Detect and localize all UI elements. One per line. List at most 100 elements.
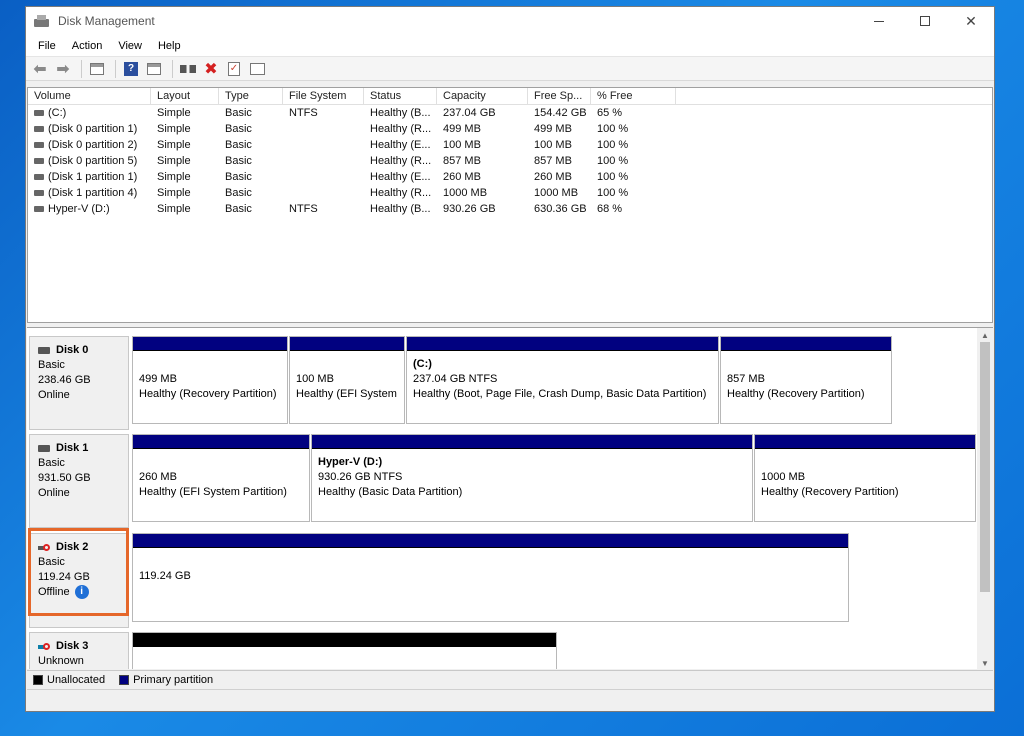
scroll-up-icon[interactable]: ▲ [977,328,993,342]
volume-list-body: (C:) Simple Basic NTFS Healthy (B... 237.04 G… [28,105,992,217]
column-layout[interactable]: Layout [151,88,219,104]
column-capacity[interactable]: Capacity [437,88,528,104]
table-row[interactable]: (Disk 1 partition 4) Simple Basic Healthy (… [28,185,992,201]
cell-layout: Simple [157,123,191,135]
partition-body: 499 MB Healthy (Recovery Partition) [133,351,287,402]
partition-block[interactable]: (C:) 237.04 GB NTFS Healthy (Boot, Page Fi… [406,336,719,424]
cell-capacity: 100 MB [443,139,481,151]
vertical-scrollbar[interactable]: ▲ ▼ [977,328,993,669]
help-button[interactable]: ? [121,59,141,79]
partition-color-bar [755,435,975,449]
minimize-button[interactable] [856,7,902,35]
cell-volume: (C:) [28,105,151,121]
cell-file-system [283,185,364,201]
volume-list-header: Volume Layout Type File System Status Ca… [28,88,992,105]
partition-block[interactable]: 100 MB Healthy (EFI System [289,336,405,424]
cell-layout: Simple [157,171,191,183]
disk-2-info[interactable]: Disk 2 Basic 119.24 GB Offline i [29,533,129,628]
back-button[interactable]: ⬅ [30,59,50,79]
disk-status: Offline i [38,585,128,600]
forward-button[interactable]: ➡ [53,59,73,79]
table-row[interactable]: (Disk 0 partition 2) Simple Basic Healthy (… [28,137,992,153]
disk-name: Disk 0 [38,343,128,358]
partition-body: Hyper-V (D:) 930.26 GB NTFS Healthy (Basic… [312,449,752,500]
disk-row-0: Disk 0 Basic 238.46 GB Online 499 MB Healthy… [27,336,975,430]
delete-button[interactable]: ✖ [201,59,221,79]
menu-action[interactable]: Action [64,40,111,52]
toolbar-separator [81,59,82,78]
disk-0-info[interactable]: Disk 0 Basic 238.46 GB Online [29,336,129,430]
partition-status: Healthy (EFI System Partition) [139,486,287,498]
scroll-down-icon[interactable]: ▼ [977,656,993,669]
partition-body: 100 MB Healthy (EFI System [290,351,404,402]
partition-size: 1000 MB [761,471,806,483]
table-row[interactable]: (C:) Simple Basic NTFS Healthy (B... 237.04 G… [28,105,992,121]
partition-block[interactable]: 499 MB Healthy (Recovery Partition) [132,336,288,424]
partition-status: Healthy (Recovery Partition) [139,388,277,400]
table-row[interactable]: (Disk 1 partition 1) Simple Basic Healthy (… [28,169,992,185]
cell-file-system [283,137,364,153]
cell-volume: (Disk 0 partition 1) [28,121,151,137]
properties-button[interactable] [247,59,267,79]
console-tree-button[interactable] [87,59,107,79]
menu-view[interactable]: View [110,40,150,52]
column-percent-free[interactable]: % Free [591,88,676,104]
cell-volume: (Disk 0 partition 5) [28,153,151,169]
partition-block[interactable]: 119.24 GB [132,533,849,622]
partition-block[interactable]: 260 MB Healthy (EFI System Partition) [132,434,310,522]
cell-type: Basic [225,107,252,119]
show-pane-button[interactable] [144,59,164,79]
console-tree-icon [90,62,104,75]
cell-file-system: NTFS [289,203,318,215]
partition-body: 119.24 GB [133,548,848,584]
title-bar: Disk Management ✕ [26,7,994,35]
connect-button[interactable] [178,59,198,79]
cell-type: Basic [225,187,252,199]
disk-offline-icon [38,543,52,553]
table-row[interactable]: (Disk 0 partition 1) Simple Basic Healthy (… [28,121,992,137]
disk-1-info[interactable]: Disk 1 Basic 931.50 GB Online [29,434,129,528]
cell-status: Healthy (B... [370,203,431,215]
volume-name: (C:) [48,107,67,119]
forward-arrow-icon: ➡ [56,60,70,78]
partition-label-spacer [139,554,848,569]
cell-free-space: 630.36 GB [534,203,587,215]
disk-name: Disk 1 [38,441,128,456]
cell-capacity: 930.26 GB [443,203,496,215]
partition-block[interactable]: 857 MB Healthy (Recovery Partition) [720,336,892,424]
maximize-button[interactable] [902,7,948,35]
partition-body: 857 MB Healthy (Recovery Partition) [721,351,891,402]
cell-capacity: 1000 MB [443,187,488,199]
check-button[interactable]: ✓ [224,59,244,79]
disk-icon [38,347,50,354]
table-row[interactable]: Hyper-V (D:) Simple Basic NTFS Healthy (B...… [28,201,992,217]
volume-list[interactable]: Volume Layout Type File System Status Ca… [27,87,993,323]
scrollbar-thumb[interactable] [980,342,990,592]
partition-block[interactable]: 1000 MB Healthy (Recovery Partition) [754,434,976,522]
partition-color-bar [133,435,309,449]
partition-block[interactable]: Hyper-V (D:) 930.26 GB NTFS Healthy (Basic… [311,434,753,522]
disk-row-1: Disk 1 Basic 931.50 GB Online 260 MB Healthy… [27,434,976,528]
partition-status: Healthy (Recovery Partition) [727,388,865,400]
partition-size: 119.24 GB [139,570,191,582]
partition-block[interactable]: 1.00 GB [132,632,557,669]
cell-free-space: 154.42 GB [534,107,587,119]
partition-body: 260 MB Healthy (EFI System Partition) [133,449,309,500]
menu-file[interactable]: File [30,40,64,52]
volume-icon [34,110,44,117]
close-button[interactable]: ✕ [948,7,994,35]
cell-status: Healthy (B... [370,107,431,119]
column-volume[interactable]: Volume [28,88,151,104]
partition-color-bar [312,435,752,449]
cell-capacity: 237.04 GB [443,107,496,119]
partition-body: (C:) 237.04 GB NTFS Healthy (Boot, Page Fi… [407,351,718,402]
table-row[interactable]: (Disk 0 partition 5) Simple Basic Healthy (… [28,153,992,169]
disk-3-info[interactable]: Disk 3Unknown1.00 GB [29,632,129,669]
cell-file-system [283,153,364,169]
column-file-system[interactable]: File System [283,88,364,104]
column-status[interactable]: Status [364,88,437,104]
info-icon[interactable]: i [74,585,89,600]
menu-help[interactable]: Help [150,40,189,52]
column-free-space[interactable]: Free Sp... [528,88,591,104]
column-type[interactable]: Type [219,88,283,104]
